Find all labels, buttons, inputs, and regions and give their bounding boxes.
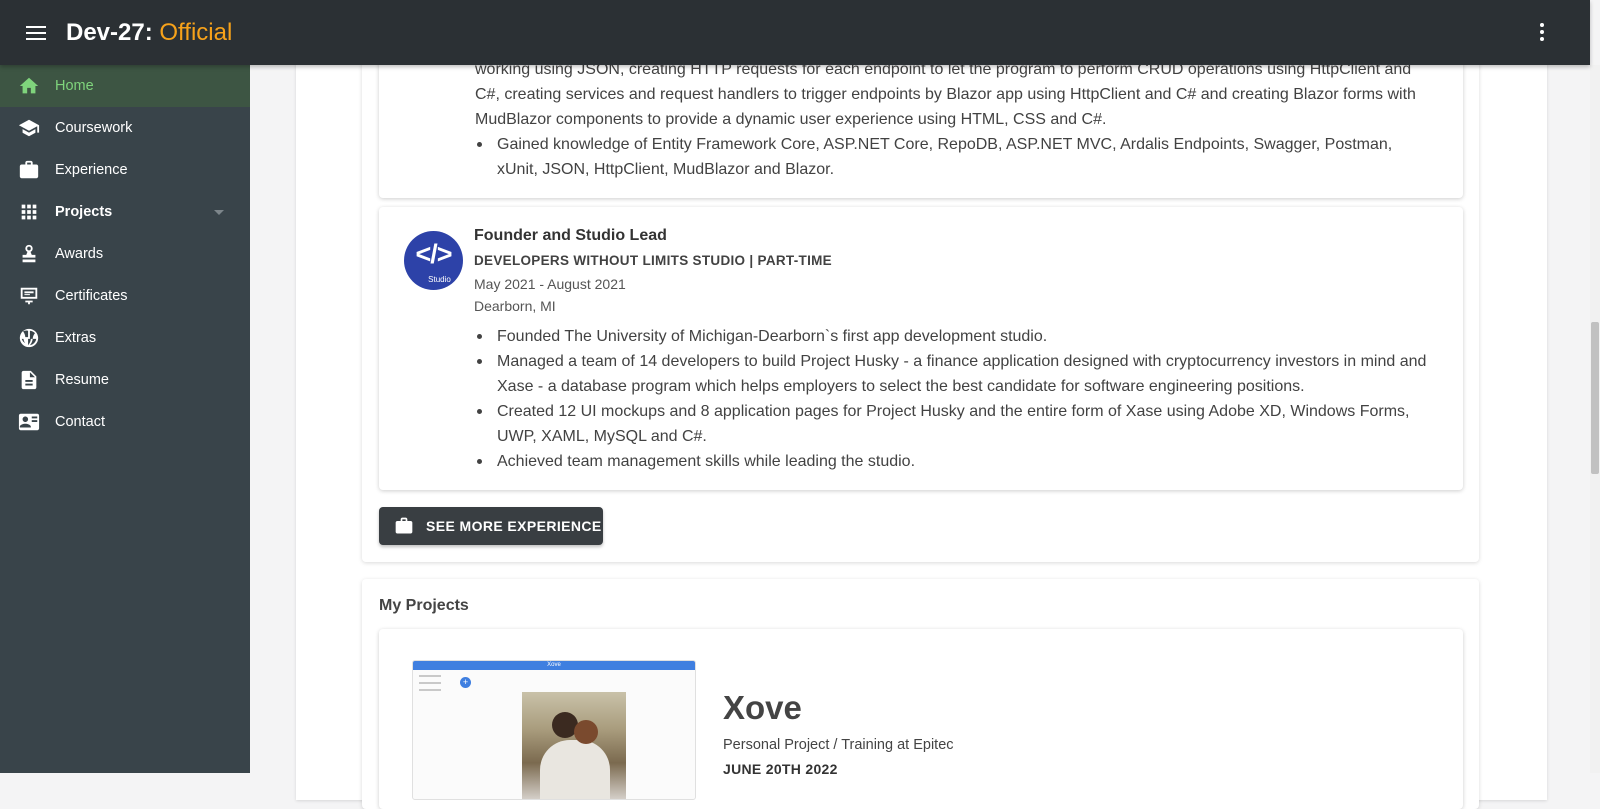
sidebar-item-label: Projects bbox=[55, 204, 113, 220]
sidebar-item-label: Experience bbox=[55, 162, 128, 178]
sidebar-item-label: Resume bbox=[55, 372, 109, 388]
screenshot-photo bbox=[522, 692, 626, 799]
basketball-icon bbox=[18, 327, 40, 349]
screenshot-title: Xove bbox=[413, 661, 695, 670]
sidebar-item-coursework[interactable]: Coursework bbox=[0, 107, 250, 149]
sidebar-item-experience[interactable]: Experience bbox=[0, 149, 250, 191]
chevron-down-icon[interactable] bbox=[214, 210, 224, 215]
award-icon bbox=[18, 243, 40, 265]
projects-heading: My Projects bbox=[379, 597, 469, 614]
sidebar-item-awards[interactable]: Awards bbox=[0, 233, 250, 275]
bullet-item: Gained knowledge of Entity Framework Cor… bbox=[475, 132, 1435, 182]
bullet-item: Managed a team of 14 developers to build… bbox=[475, 349, 1435, 399]
studio-logo: </> Studio bbox=[404, 231, 463, 290]
job-bullets: Founded The University of Michigan-Dearb… bbox=[475, 324, 1435, 474]
experience-card: </> Studio Founder and Studio Lead DEVEL… bbox=[379, 207, 1463, 490]
job-location: Dearborn, MI bbox=[474, 298, 556, 314]
sidebar: Home Coursework Experience Projects Awar… bbox=[0, 65, 250, 773]
previous-job-bullets: working using JSON, creating HTTP reques… bbox=[475, 57, 1435, 182]
project-date: JUNE 20TH 2022 bbox=[723, 761, 838, 777]
bullet-item: Created 12 UI mockups and 8 application … bbox=[475, 399, 1435, 449]
sidebar-item-home[interactable]: Home bbox=[0, 65, 250, 107]
job-title: Founder and Studio Lead bbox=[474, 227, 667, 244]
bullet-item: working using JSON, creating HTTP reques… bbox=[475, 61, 1416, 128]
sidebar-item-projects[interactable]: Projects bbox=[0, 191, 250, 233]
project-screenshot[interactable]: Xove + bbox=[412, 660, 696, 800]
app-bar: Dev-27: Official bbox=[0, 0, 1590, 65]
apps-grid-icon bbox=[18, 201, 40, 223]
briefcase-icon bbox=[18, 159, 40, 181]
sidebar-item-label: Contact bbox=[55, 414, 105, 430]
app-title[interactable]: Dev-27: Official bbox=[66, 19, 232, 47]
screenshot-nav-line bbox=[419, 682, 441, 684]
project-subtitle: Personal Project / Training at Epitec bbox=[723, 737, 954, 753]
sidebar-item-label: Coursework bbox=[55, 120, 133, 136]
bullet-item: Founded The University of Michigan-Dearb… bbox=[475, 324, 1435, 349]
sidebar-item-resume[interactable]: Resume bbox=[0, 359, 250, 401]
logo-caption: Studio bbox=[428, 275, 451, 284]
hamburger-menu-icon[interactable] bbox=[26, 23, 50, 43]
certificate-icon bbox=[18, 285, 40, 307]
home-icon bbox=[18, 75, 40, 97]
screenshot-nav-line bbox=[419, 689, 441, 691]
scrollbar-thumb[interactable] bbox=[1591, 322, 1599, 474]
briefcase-icon bbox=[395, 517, 413, 534]
sidebar-item-label: Certificates bbox=[55, 288, 128, 304]
sidebar-item-label: Extras bbox=[55, 330, 97, 346]
document-icon bbox=[18, 369, 40, 391]
brand-accent: Official bbox=[159, 18, 233, 46]
see-more-label: SEE MORE EXPERIENCE bbox=[426, 518, 602, 534]
more-options-icon[interactable] bbox=[1538, 23, 1546, 43]
sidebar-item-label: Home bbox=[55, 78, 94, 94]
sidebar-item-label: Awards bbox=[55, 246, 104, 262]
sidebar-item-contact[interactable]: Contact bbox=[0, 401, 250, 443]
project-card[interactable]: Xove + Xove Personal Project / Training … bbox=[379, 629, 1463, 809]
logo-code-icon: </> bbox=[415, 239, 452, 269]
graduation-cap-icon bbox=[18, 117, 40, 139]
project-name: Xove bbox=[723, 689, 802, 726]
sidebar-item-certificates[interactable]: Certificates bbox=[0, 275, 250, 317]
job-company: DEVELOPERS WITHOUT LIMITS STUDIO | PART-… bbox=[474, 253, 832, 268]
bullet-item: Achieved team management skills while le… bbox=[475, 449, 1435, 474]
screenshot-nav-line bbox=[419, 675, 441, 677]
see-more-experience-button[interactable]: SEE MORE EXPERIENCE bbox=[379, 507, 603, 545]
sidebar-item-extras[interactable]: Extras bbox=[0, 317, 250, 359]
contact-card-icon bbox=[18, 411, 40, 433]
add-icon: + bbox=[460, 677, 471, 688]
job-dates: May 2021 - August 2021 bbox=[474, 276, 626, 292]
brand-main: Dev-27: bbox=[66, 18, 153, 46]
